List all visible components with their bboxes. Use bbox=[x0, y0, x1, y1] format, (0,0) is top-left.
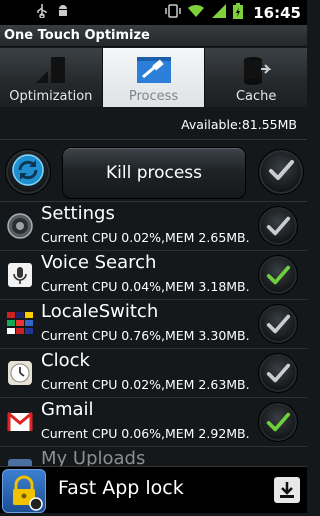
list-item[interactable]: Clock Current CPU 0.02%,MEM 2.63MB. bbox=[0, 349, 307, 398]
available-memory: Available:81.55MB bbox=[181, 117, 297, 132]
list-item[interactable]: LocaleSwitch Current CPU 0.76%,MEM 3.30M… bbox=[0, 300, 307, 349]
vibrate-icon bbox=[165, 3, 181, 23]
tab-bar: Optimization Process Cache bbox=[0, 48, 308, 107]
process-name: Clock bbox=[41, 350, 90, 371]
process-checkbox[interactable] bbox=[258, 353, 298, 393]
checkmark-icon bbox=[266, 412, 291, 432]
tab-optimization[interactable]: Optimization bbox=[0, 48, 103, 107]
list-item[interactable]: Voice Search Current CPU 0.04%,MEM 3.18M… bbox=[0, 251, 307, 300]
tab-cache[interactable]: Cache bbox=[205, 48, 308, 107]
process-checkbox[interactable] bbox=[258, 402, 298, 442]
download-icon[interactable] bbox=[274, 477, 300, 503]
divider bbox=[0, 139, 307, 140]
clock-icon bbox=[7, 360, 33, 386]
trash-bin-icon bbox=[239, 55, 273, 89]
clock-time: 16:45 bbox=[253, 3, 301, 22]
microphone-icon bbox=[7, 262, 33, 288]
checkmark-icon bbox=[267, 156, 295, 188]
process-name: Gmail bbox=[41, 399, 94, 420]
checkmark-icon bbox=[266, 265, 291, 285]
process-name: Voice Search bbox=[41, 252, 157, 273]
usb-icon bbox=[36, 3, 48, 22]
ad-banner[interactable]: Fast App lock bbox=[0, 466, 307, 513]
process-usage: Current CPU 0.76%,MEM 3.30MB. bbox=[41, 328, 250, 343]
app-lock-icon bbox=[2, 469, 46, 513]
settings-icon bbox=[7, 213, 33, 239]
tab-process[interactable]: Process bbox=[102, 48, 206, 107]
list-item[interactable]: Gmail Current CPU 0.06%,MEM 2.92MB. bbox=[0, 398, 307, 447]
process-checkbox[interactable] bbox=[258, 304, 298, 344]
battery-icon bbox=[233, 2, 244, 23]
tab-label: Optimization bbox=[9, 89, 93, 104]
flags-icon bbox=[7, 311, 33, 337]
process-usage: Current CPU 0.02%,MEM 2.65MB. bbox=[41, 230, 250, 245]
tab-label: Cache bbox=[235, 89, 277, 104]
ad-text: Fast App lock bbox=[58, 477, 184, 499]
gmail-icon bbox=[7, 409, 33, 435]
list-item[interactable]: Settings Current CPU 0.02%,MEM 2.65MB. bbox=[0, 202, 307, 251]
process-usage: Current CPU 0.02%,MEM 2.63MB. bbox=[41, 377, 250, 392]
checkmark-icon bbox=[266, 314, 291, 334]
android-debug-icon bbox=[56, 3, 70, 22]
bars-chart-icon bbox=[34, 55, 68, 89]
kill-process-button[interactable]: Kill process bbox=[62, 147, 246, 199]
checkmark-icon bbox=[266, 363, 291, 383]
tab-label: Process bbox=[128, 89, 179, 104]
select-all-button[interactable] bbox=[258, 149, 304, 195]
signal-icon bbox=[211, 3, 227, 23]
checkmark-icon bbox=[266, 216, 291, 236]
status-bar: 16:45 bbox=[0, 0, 307, 25]
process-checkbox[interactable] bbox=[258, 206, 298, 246]
hammer-window-icon bbox=[134, 55, 174, 89]
process-checkbox[interactable] bbox=[258, 255, 298, 295]
refresh-icon bbox=[11, 153, 45, 191]
process-usage: Current CPU 0.04%,MEM 3.18MB. bbox=[41, 279, 250, 294]
process-name: LocaleSwitch bbox=[41, 301, 159, 322]
app-title: One Touch Optimize bbox=[0, 25, 307, 47]
process-usage: Current CPU 0.06%,MEM 2.92MB. bbox=[41, 426, 250, 441]
wifi-icon bbox=[187, 3, 205, 22]
refresh-button[interactable] bbox=[5, 149, 51, 195]
process-name: Settings bbox=[41, 203, 115, 224]
